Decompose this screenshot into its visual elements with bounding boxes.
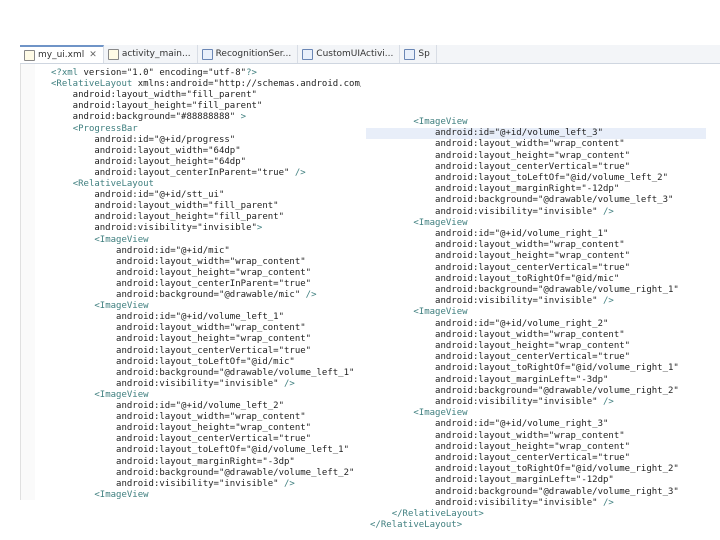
code-line: android:layout_height="wrap_content": [370, 441, 631, 452]
code-line: android:layout_width="64dp": [51, 145, 241, 156]
code-line: <ImageView: [94, 234, 149, 245]
code-line: android:layout_width="fill_parent": [51, 90, 257, 101]
code-line: android:id="@+id/stt_ui": [51, 190, 225, 201]
close-tab-icon[interactable]: ✕: [89, 50, 97, 60]
code-line: android:layout_width="wrap_content": [370, 329, 625, 340]
code-line: <ProgressBar: [72, 123, 138, 134]
code-line: <?xml version="1.0" encoding="utf-8"?>: [51, 68, 257, 78]
code-line: android:layout_width="wrap_content": [370, 430, 625, 441]
code-line: android:layout_height="64dp": [51, 156, 247, 167]
code-line: android:layout_width="wrap_content": [370, 139, 625, 150]
code-line: android:layout_marginLeft="-12dp": [370, 475, 614, 486]
code-line: android:layout_centerVertical="true": [51, 345, 312, 356]
code-line: android:visibility="invisible" />: [51, 378, 295, 389]
code-line: android:visibility="invisible" />: [370, 296, 614, 307]
editor-tab[interactable]: CustomUIActivi...: [298, 45, 401, 63]
code-line: android:visibility="invisible">: [51, 223, 263, 234]
java-file-icon: [404, 48, 416, 60]
code-line: android:layout_width="wrap_content": [370, 240, 625, 251]
code-line: android:layout_height="fill_parent": [51, 212, 284, 223]
code-line: android:background="@drawable/volume_lef…: [370, 195, 674, 206]
editor-tab[interactable]: Sp: [400, 45, 437, 63]
code-editor-left[interactable]: <?xml version="1.0" encoding="utf-8"?> <R…: [20, 64, 361, 500]
code-line: android:layout_width="fill_parent": [51, 201, 279, 212]
code-line: android:layout_centerInParent="true": [51, 278, 312, 289]
editor-tab-label: my_ui.xml: [38, 50, 85, 60]
code-line: android:visibility="invisible" />: [51, 478, 295, 489]
code-line: android:layout_height="wrap_content": [370, 150, 631, 161]
code-line: android:layout_height="fill_parent": [51, 101, 263, 112]
code-line: android:layout_width="wrap_content": [51, 412, 306, 423]
code-line: android:background="@drawable/volume_rig…: [370, 285, 679, 295]
code-line: android:layout_centerVertical="true": [370, 262, 631, 273]
code-line: android:layout_height="wrap_content": [370, 341, 631, 351]
code-line: android:layout_width="wrap_content": [51, 256, 306, 267]
editor-gutter: [21, 64, 35, 500]
code-line: android:visibility="invisible" />: [370, 206, 614, 217]
code-line: android:layout_marginRight="-12dp": [370, 184, 620, 195]
code-line: <ImageView: [413, 408, 468, 419]
code-line: <RelativeLayout: [72, 179, 154, 189]
code-line: android:visibility="invisible" />: [370, 497, 614, 508]
code-line: android:visibility="invisible" />: [370, 397, 614, 407]
xml-file-icon: [107, 48, 119, 60]
code-line: android:id="@+id/volume_right_3": [370, 419, 609, 430]
code-line: android:layout_centerVertical="true": [370, 161, 631, 172]
code-line: android:layout_toLeftOf="@id/mic": [51, 356, 295, 367]
code-line: android:layout_toLeftOf="@id/volume_left…: [51, 445, 350, 456]
code-line: android:layout_centerVertical="true": [370, 352, 631, 363]
code-line: android:id="@+id/mic": [51, 245, 230, 256]
code-line: </RelativeLayout>: [370, 520, 463, 531]
code-line: android:layout_toRightOf="@id/volume_rig…: [370, 363, 679, 374]
code-line: android:background="@drawable/volume_lef…: [51, 367, 355, 378]
editor-tab-label: RecognitionSer...: [215, 49, 292, 59]
code-editor-right[interactable]: <ImageView android:id="@+id/volume_left_…: [366, 100, 706, 532]
code-line: android:layout_marginRight="-3dp": [51, 456, 295, 467]
code-line: android:id="@+id/volume_right_1": [370, 229, 609, 239]
code-line: android:layout_toRightOf="@id/mic": [370, 273, 620, 284]
code-line: android:layout_width="wrap_content": [51, 323, 306, 334]
editor-tab-bar: my_ui.xml ✕ activity_main... RecognitionSer…: [20, 45, 720, 64]
code-line: android:layout_height="wrap_content": [51, 267, 312, 278]
code-line: android:id="@+id/volume_left_1": [51, 312, 284, 323]
editor-tab[interactable]: RecognitionSer...: [198, 45, 299, 63]
editor-tab[interactable]: my_ui.xml ✕: [20, 45, 104, 63]
editor-tab-label: activity_main...: [121, 49, 191, 59]
code-line: android:layout_height="wrap_content": [51, 423, 312, 434]
code-line: android:id="@+id/progress": [51, 134, 236, 145]
code-line: </RelativeLayout>: [391, 509, 484, 519]
code-line: android:layout_centerVertical="true": [51, 434, 312, 445]
code-line: <ImageView: [94, 489, 149, 500]
code-line: android:layout_toLeftOf="@id/volume_left…: [370, 173, 669, 183]
code-line: android:layout_height="wrap_content": [370, 251, 631, 262]
java-file-icon: [302, 48, 314, 60]
editor-tab-label: CustomUIActivi...: [316, 49, 394, 59]
code-line: android:background="@drawable/mic" />: [51, 290, 317, 300]
code-line: android:layout_centerInParent="true" />: [51, 167, 306, 178]
code-line: <RelativeLayout xmlns:android="http://sc…: [51, 79, 361, 90]
code-line: android:layout_height="wrap_content": [51, 334, 312, 345]
code-line: <ImageView: [94, 389, 149, 400]
code-line: android:background="@drawable/volume_lef…: [51, 467, 355, 478]
code-line: <ImageView: [413, 307, 468, 318]
code-line: android:background="#88888888" >: [51, 112, 247, 123]
java-file-icon: [201, 48, 213, 60]
code-line: android:background="@drawable/volume_rig…: [370, 486, 679, 497]
xml-file-icon: [24, 49, 35, 61]
code-line: android:layout_marginLeft="-3dp": [370, 374, 609, 385]
code-line: android:id="@+id/volume_left_2": [51, 401, 284, 411]
editor-tab[interactable]: activity_main...: [104, 45, 198, 63]
code-line: android:id="@+id/volume_right_2": [370, 318, 609, 329]
code-line: <ImageView: [94, 301, 149, 312]
code-line: android:background="@drawable/volume_rig…: [370, 385, 679, 396]
code-line: <ImageView: [413, 217, 468, 228]
code-line: <ImageView: [413, 117, 468, 127]
code-line: android:id="@+id/volume_left_3": [370, 128, 603, 139]
code-line: android:layout_centerVertical="true": [370, 453, 631, 463]
editor-tab-label: Sp: [418, 49, 430, 59]
code-line: android:layout_toRightOf="@id/volume_rig…: [370, 464, 679, 475]
